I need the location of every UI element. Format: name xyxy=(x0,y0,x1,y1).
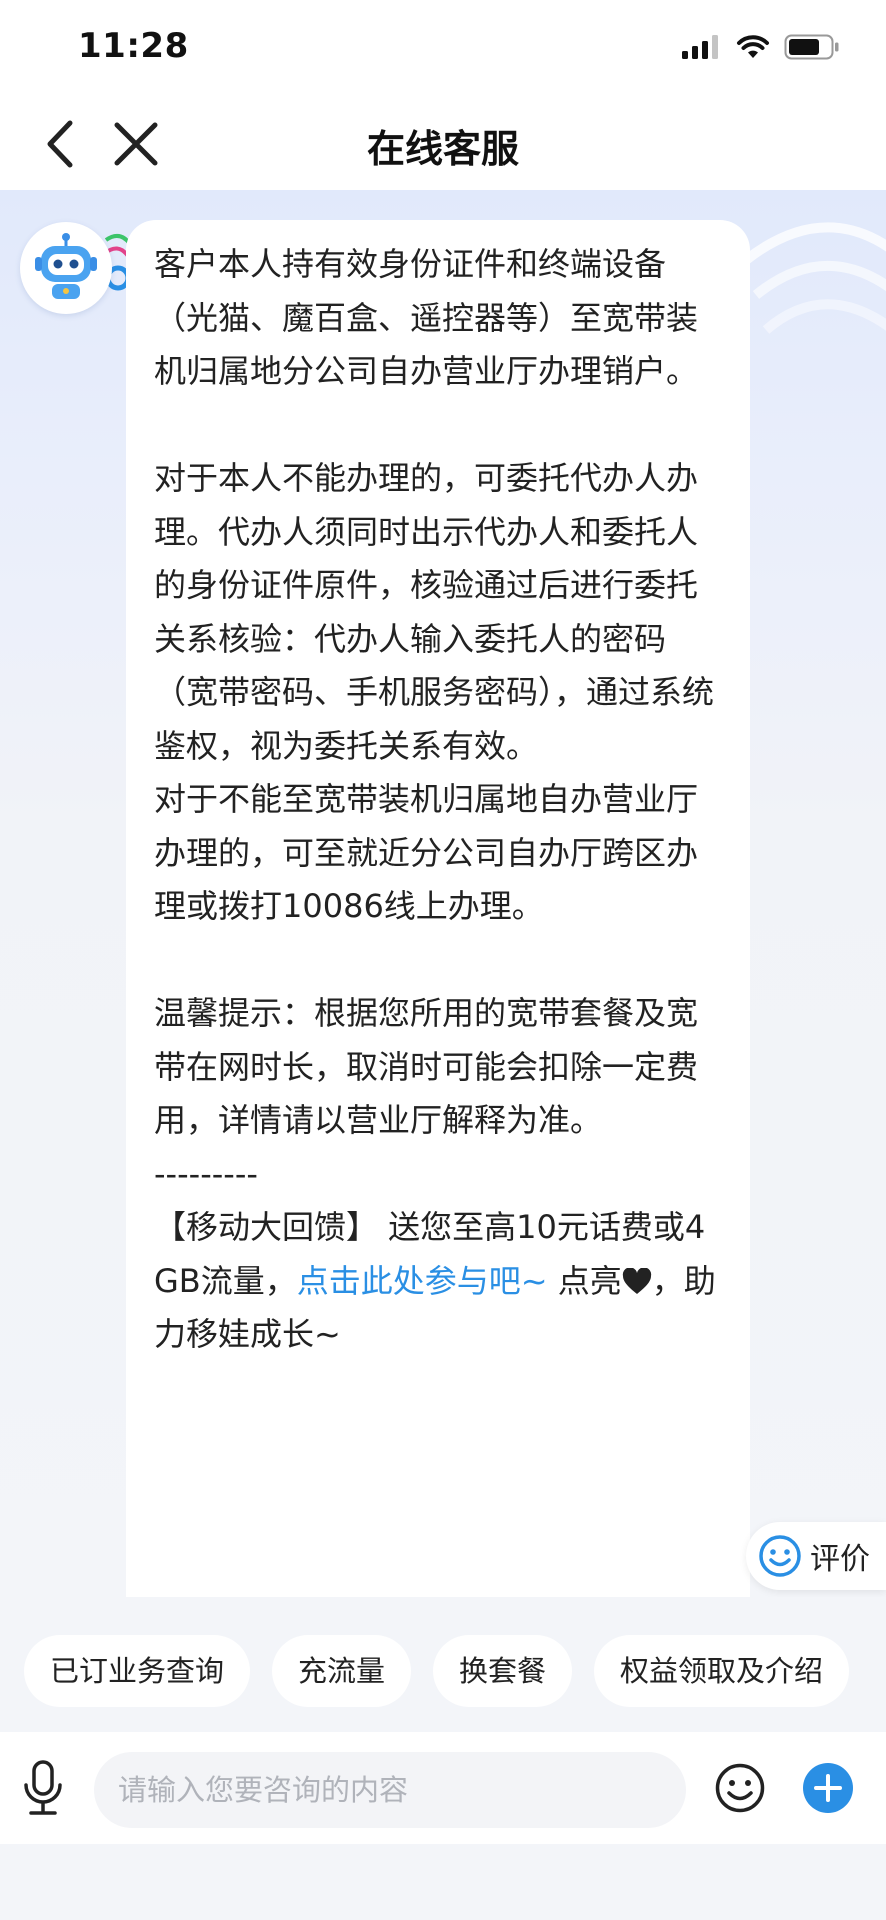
emoji-button[interactable] xyxy=(712,1760,768,1816)
message-paragraph-2: 对于本人不能办理的，可委托代办人办理。代办人须同时出示代办人和委托人的身份证件原… xyxy=(154,459,715,765)
page-title: 在线客服 xyxy=(366,127,519,171)
emoji-icon xyxy=(715,1763,765,1813)
message-paragraph-1: 客户本人持有效身份证件和终端设备（光猫、魔百盒、遥控器等）至宽带装机归属地分公司… xyxy=(154,245,699,390)
smile-icon xyxy=(759,1535,801,1577)
add-button[interactable] xyxy=(800,1760,856,1816)
bot-avatar[interactable] xyxy=(20,222,112,314)
evaluate-button[interactable]: 评价 xyxy=(746,1522,886,1590)
wifi-icon xyxy=(737,35,769,58)
quick-reply-list: 已订业务查询 充流量 换套餐 权益领取及介绍 xyxy=(24,1635,850,1707)
status-time: 11:28 xyxy=(78,26,189,66)
robot-icon xyxy=(35,233,97,299)
quick-reply-benefits[interactable]: 权益领取及介绍 xyxy=(594,1635,850,1707)
message-text: 客户本人持有效身份证件和终端设备（光猫、魔百盒、遥控器等）至宽带装机归属地分公司… xyxy=(154,238,722,1362)
status-icons xyxy=(682,34,840,60)
plus-icon xyxy=(803,1763,853,1813)
battery-icon xyxy=(784,34,839,60)
quick-reply-bar: 已订业务查询 充流量 换套餐 权益领取及介绍 xyxy=(0,1597,886,1732)
microphone-icon xyxy=(24,1760,62,1815)
nav-bar: 在线客服 xyxy=(0,96,886,190)
message-input[interactable] xyxy=(94,1752,686,1828)
evaluate-label: 评价 xyxy=(810,1542,870,1577)
message-divider: --------- xyxy=(154,1154,258,1193)
chat-area[interactable]: 客户本人持有效身份证件和终端设备（光猫、魔百盒、遥控器等）至宽带装机归属地分公司… xyxy=(0,190,886,1597)
status-bar: 11:28 xyxy=(0,0,886,96)
input-bar xyxy=(0,1732,886,1844)
voice-button[interactable] xyxy=(18,1756,68,1820)
message-paragraph-4: 温馨提示：根据您所用的宽带套餐及宽带在网时长，取消时可能会扣除一定费用，详情请以… xyxy=(154,994,699,1139)
quick-reply-recharge-data[interactable]: 充流量 xyxy=(272,1635,412,1707)
bottom-safe-area xyxy=(0,1844,886,1920)
message-paragraph-3: 对于不能至宽带装机归属地自办营业厅办理的，可至就近分公司自办厅跨区办理或拨打10… xyxy=(154,780,699,925)
message-bubble: 客户本人持有效身份证件和终端设备（光猫、魔百盒、遥控器等）至宽带装机归属地分公司… xyxy=(126,220,750,1597)
quick-reply-change-plan[interactable]: 换套餐 xyxy=(433,1635,573,1707)
quick-reply-subscribed-query[interactable]: 已订业务查询 xyxy=(24,1635,251,1707)
promo-link[interactable]: 点击此处参与吧~ xyxy=(297,1262,548,1300)
promo-mid: 点亮 xyxy=(547,1261,622,1300)
cellular-signal-icon xyxy=(682,35,718,59)
heart-icon xyxy=(622,1267,651,1294)
brand-watermark-icon xyxy=(742,222,886,334)
